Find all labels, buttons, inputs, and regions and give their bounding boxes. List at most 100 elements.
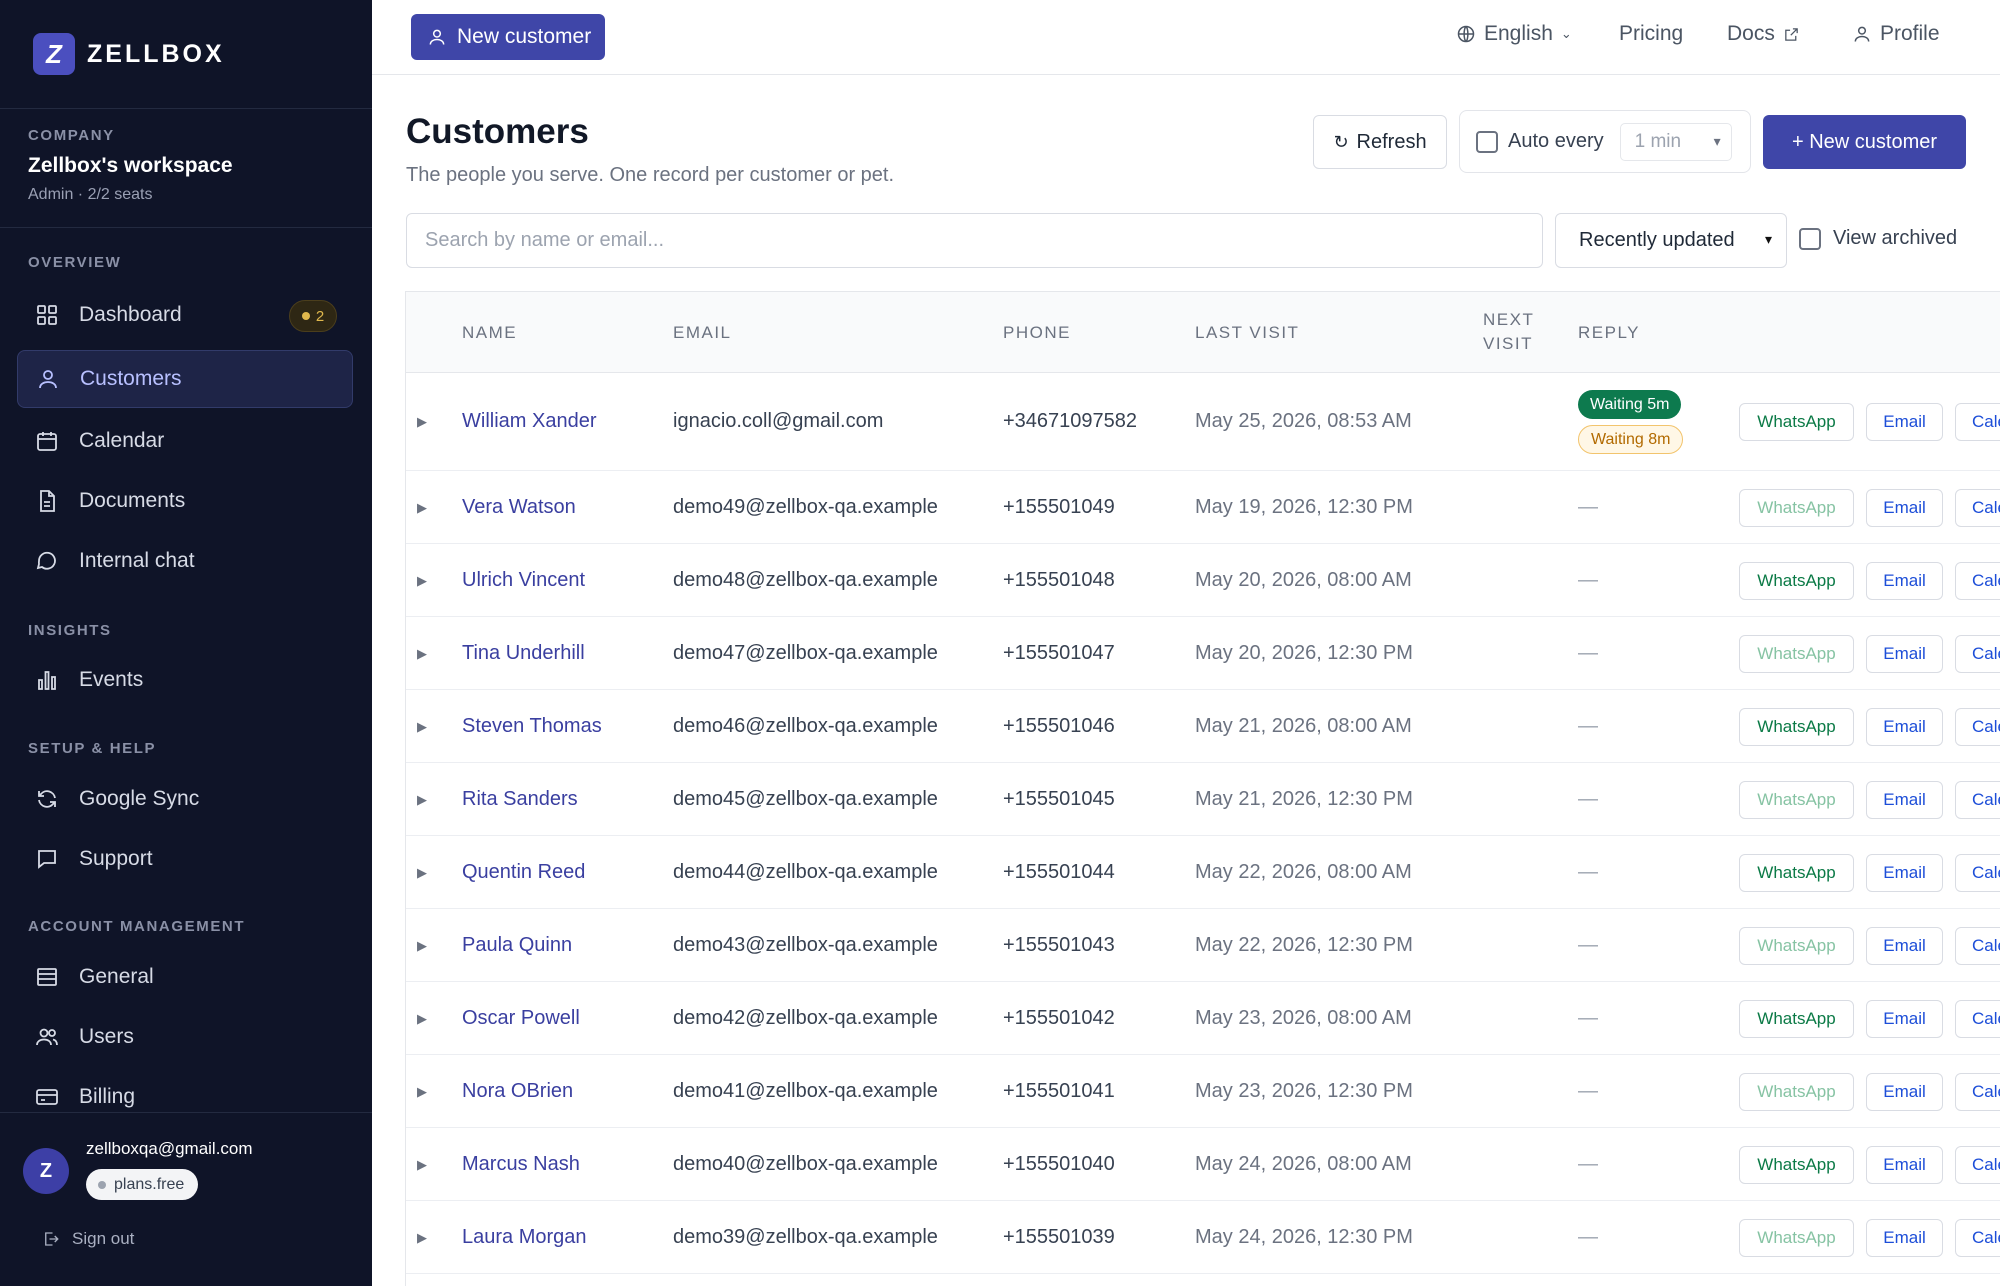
expand-row-icon[interactable]: ▶ xyxy=(417,1084,427,1100)
expand-row-icon[interactable]: ▶ xyxy=(417,500,427,516)
expand-row-icon[interactable]: ▶ xyxy=(417,719,427,735)
whatsapp-button[interactable]: WhatsApp xyxy=(1739,708,1854,746)
language-selector[interactable]: English ⌄ xyxy=(1456,22,1572,46)
calendar-button[interactable]: Cale xyxy=(1955,562,2000,600)
column-header-name[interactable]: NAME xyxy=(462,323,517,343)
expand-row-icon[interactable]: ▶ xyxy=(417,1230,427,1246)
table-row[interactable]: ▶ Tina Underhill demo47@zellbox-qa.example… xyxy=(406,617,2000,690)
customer-name-link[interactable]: Tina Underhill xyxy=(462,642,585,665)
whatsapp-button[interactable]: WhatsApp xyxy=(1739,1000,1854,1038)
expand-row-icon[interactable]: ▶ xyxy=(417,414,427,430)
email-button[interactable]: Email xyxy=(1866,927,1943,965)
new-customer-button[interactable]: + New customer xyxy=(1763,115,1966,169)
brand-logo[interactable]: Z ZELLBOX xyxy=(0,0,372,109)
sidebar-item-calendar[interactable]: Calendar xyxy=(17,412,353,470)
table-row[interactable]: ▶ Vera Watson demo49@zellbox-qa.example +15… xyxy=(406,471,2000,544)
table-row[interactable]: ▶ Quentin Reed demo44@zellbox-qa.example +1… xyxy=(406,836,2000,909)
customer-name-link[interactable]: Paula Quinn xyxy=(462,934,572,957)
customer-name-link[interactable]: Marcus Nash xyxy=(462,1153,580,1176)
email-button[interactable]: Email xyxy=(1866,708,1943,746)
table-row[interactable]: ▶ Laura Morgan demo39@zellbox-qa.example +1… xyxy=(406,1201,2000,1274)
table-row[interactable]: ▶ Oscar Powell demo42@zellbox-qa.example +1… xyxy=(406,982,2000,1055)
whatsapp-button[interactable]: WhatsApp xyxy=(1739,489,1854,527)
customer-name-link[interactable]: Oscar Powell xyxy=(462,1007,580,1030)
auto-refresh-checkbox[interactable] xyxy=(1476,130,1498,153)
calendar-button[interactable]: Cale xyxy=(1955,781,2000,819)
table-row[interactable]: ▶ Marcus Nash demo40@zellbox-qa.example +15… xyxy=(406,1128,2000,1201)
column-header-phone[interactable]: PHONE xyxy=(1003,323,1071,343)
table-row[interactable]: ▶ Ulrich Vincent demo48@zellbox-qa.example… xyxy=(406,544,2000,617)
customer-name-link[interactable]: Ulrich Vincent xyxy=(462,569,585,592)
expand-row-icon[interactable]: ▶ xyxy=(417,646,427,662)
expand-row-icon[interactable]: ▶ xyxy=(417,938,427,954)
email-button[interactable]: Email xyxy=(1866,781,1943,819)
docs-link[interactable]: Docs xyxy=(1727,22,1800,46)
calendar-button[interactable]: Cale xyxy=(1955,403,2000,441)
whatsapp-button[interactable]: WhatsApp xyxy=(1739,1219,1854,1257)
email-button[interactable]: Email xyxy=(1866,635,1943,673)
calendar-button[interactable]: Cale xyxy=(1955,1000,2000,1038)
sidebar-item-support[interactable]: Support xyxy=(17,830,353,888)
email-button[interactable]: Email xyxy=(1866,1073,1943,1111)
whatsapp-button[interactable]: WhatsApp xyxy=(1739,927,1854,965)
expand-row-icon[interactable]: ▶ xyxy=(417,573,427,589)
sidebar-item-events[interactable]: Events xyxy=(17,651,353,709)
sidebar-item-dashboard[interactable]: Dashboard 2 xyxy=(17,286,353,344)
email-button[interactable]: Email xyxy=(1866,562,1943,600)
column-header-reply[interactable]: REPLY xyxy=(1578,323,1640,343)
table-row[interactable]: ▶ William Xander ignacio.coll@gmail.com +34… xyxy=(406,373,2000,471)
view-archived-checkbox[interactable] xyxy=(1799,227,1821,250)
customer-name-link[interactable]: Quentin Reed xyxy=(462,861,585,884)
expand-row-icon[interactable]: ▶ xyxy=(417,792,427,808)
sign-out-button[interactable]: Sign out xyxy=(42,1229,134,1249)
whatsapp-button[interactable]: WhatsApp xyxy=(1739,635,1854,673)
whatsapp-button[interactable]: WhatsApp xyxy=(1739,562,1854,600)
customer-name-link[interactable]: Laura Morgan xyxy=(462,1226,587,1249)
email-button[interactable]: Email xyxy=(1866,854,1943,892)
calendar-button[interactable]: Cale xyxy=(1955,854,2000,892)
table-row[interactable]: ▶ Nora OBrien demo41@zellbox-qa.example +15… xyxy=(406,1055,2000,1128)
table-row[interactable]: ▶ Paula Quinn demo43@zellbox-qa.example +15… xyxy=(406,909,2000,982)
sort-select[interactable]: Recently updated ▾ xyxy=(1555,213,1787,268)
column-header-email[interactable]: EMAIL xyxy=(673,323,732,343)
table-row[interactable]: ▶ Steven Thomas demo46@zellbox-qa.example +… xyxy=(406,690,2000,763)
calendar-button[interactable]: Cale xyxy=(1955,635,2000,673)
sidebar-item-internal-chat[interactable]: Internal chat xyxy=(17,532,353,590)
whatsapp-button[interactable]: WhatsApp xyxy=(1739,1073,1854,1111)
topbar-new-customer-button[interactable]: New customer xyxy=(411,14,606,60)
column-header-next-visit-line1[interactable]: NEXT xyxy=(1483,310,1534,330)
expand-row-icon[interactable]: ▶ xyxy=(417,1157,427,1173)
customer-name-link[interactable]: Rita Sanders xyxy=(462,788,578,811)
whatsapp-button[interactable]: WhatsApp xyxy=(1739,403,1854,441)
profile-link[interactable]: Profile xyxy=(1852,22,1940,46)
table-row[interactable]: ▶ Rita Sanders demo45@zellbox-qa.example +1… xyxy=(406,763,2000,836)
customer-name-link[interactable]: Nora OBrien xyxy=(462,1080,573,1103)
calendar-button[interactable]: Cale xyxy=(1955,1073,2000,1111)
whatsapp-button[interactable]: WhatsApp xyxy=(1739,854,1854,892)
column-header-last-visit[interactable]: LAST VISIT xyxy=(1195,323,1299,343)
customer-name-link[interactable]: Steven Thomas xyxy=(462,715,602,738)
sidebar-item-documents[interactable]: Documents xyxy=(17,472,353,530)
calendar-button[interactable]: Cale xyxy=(1955,1219,2000,1257)
calendar-button[interactable]: Cale xyxy=(1955,708,2000,746)
email-button[interactable]: Email xyxy=(1866,489,1943,527)
email-button[interactable]: Email xyxy=(1866,1000,1943,1038)
calendar-button[interactable]: Cale xyxy=(1955,1146,2000,1184)
email-button[interactable]: Email xyxy=(1866,403,1943,441)
sidebar-item-google-sync[interactable]: Google Sync xyxy=(17,770,353,828)
sidebar-item-customers[interactable]: Customers xyxy=(17,350,353,408)
view-archived-toggle[interactable]: View archived xyxy=(1799,227,1957,250)
expand-row-icon[interactable]: ▶ xyxy=(417,865,427,881)
avatar[interactable]: Z xyxy=(23,1148,69,1194)
calendar-button[interactable]: Cale xyxy=(1955,927,2000,965)
auto-refresh-interval-select[interactable]: 1 min ▾ xyxy=(1619,122,1732,161)
calendar-button[interactable]: Cale xyxy=(1955,489,2000,527)
column-header-next-visit-line2[interactable]: VISIT xyxy=(1483,334,1533,354)
sidebar-item-users[interactable]: Users xyxy=(17,1008,353,1066)
company-switcher[interactable]: COMPANY Zellbox's workspace Admin · 2/2 … xyxy=(0,109,372,228)
search-input[interactable]: Search by name or email... xyxy=(406,213,1543,268)
customer-name-link[interactable]: William Xander xyxy=(462,410,596,433)
whatsapp-button[interactable]: WhatsApp xyxy=(1739,781,1854,819)
pricing-link[interactable]: Pricing xyxy=(1619,22,1683,46)
customer-name-link[interactable]: Vera Watson xyxy=(462,496,576,519)
